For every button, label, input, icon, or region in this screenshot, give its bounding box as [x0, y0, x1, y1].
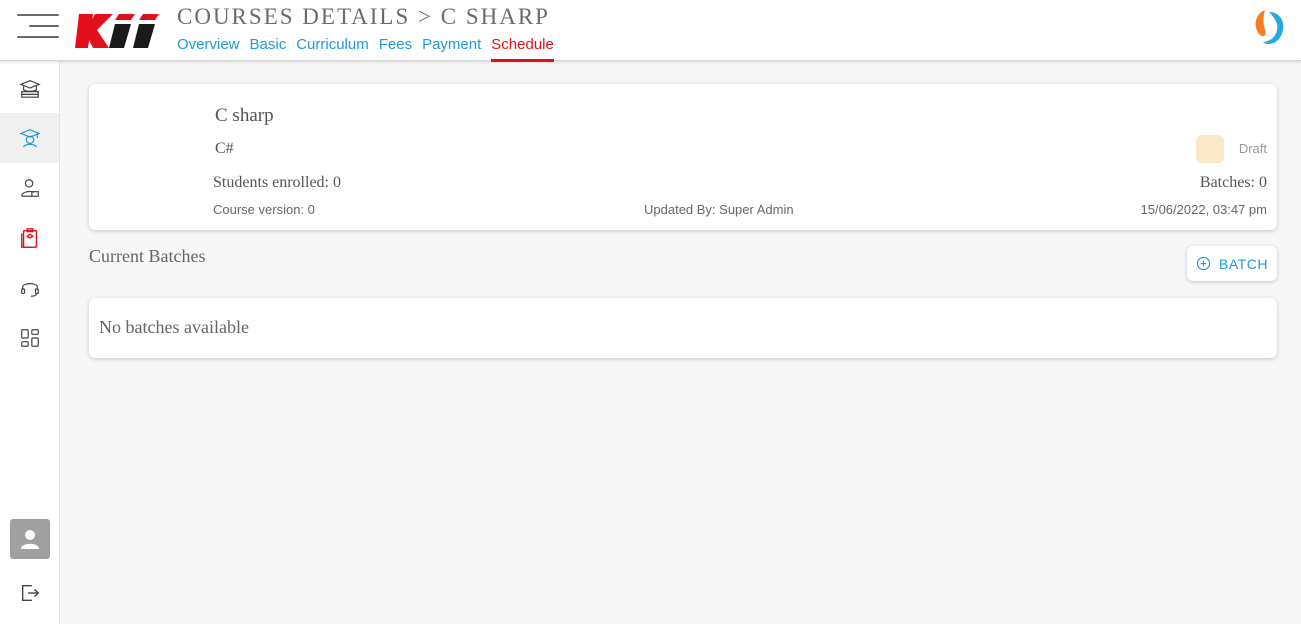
graduate-icon: [18, 129, 41, 148]
hamburger-menu-icon[interactable]: [17, 14, 59, 38]
updated-by: Updated By: Super Admin: [644, 202, 794, 217]
tab-schedule[interactable]: Schedule: [491, 36, 554, 62]
current-batches-title: Current Batches: [89, 246, 206, 266]
user-avatar[interactable]: [10, 519, 50, 559]
logout-icon: [21, 584, 39, 602]
tab-payment[interactable]: Payment: [422, 36, 481, 59]
course-tabs: Overview Basic Curriculum Fees Payment S…: [177, 36, 564, 62]
top-header: COURSES DETAILS > C SHARP Overview Basic…: [0, 0, 1301, 62]
sidebar-item-students[interactable]: [0, 113, 59, 163]
add-batch-label: BATCH: [1219, 255, 1268, 272]
batches-count: Batches: 0: [1199, 174, 1267, 191]
user-avatar-icon: [21, 530, 39, 549]
sidebar-item-users[interactable]: [0, 163, 59, 213]
batches-list-card: No batches available: [89, 298, 1277, 358]
course-summary-card: C sharp C# Students enrolled: 0 Course v…: [89, 84, 1277, 230]
course-name: C sharp: [215, 105, 274, 126]
course-version: Course version: 0: [213, 202, 315, 217]
empty-batches-message: No batches available: [99, 317, 249, 337]
clipboard-icon: [20, 228, 37, 248]
students-enrolled: Students enrolled: 0: [213, 174, 341, 191]
tab-overview[interactable]: Overview: [177, 36, 240, 59]
headset-icon: [20, 283, 39, 297]
plus-circle-icon: [1196, 256, 1211, 271]
left-sidebar: [0, 61, 60, 624]
tab-fees[interactable]: Fees: [379, 36, 412, 59]
sidebar-item-apps[interactable]: [0, 313, 59, 363]
tab-basic[interactable]: Basic: [250, 36, 287, 59]
page-title: COURSES DETAILS > C SHARP: [177, 4, 550, 29]
add-batch-button[interactable]: BATCH: [1187, 246, 1277, 281]
logout-button[interactable]: [0, 568, 59, 618]
grid-apps-icon: [20, 329, 39, 347]
course-stack-icon: [18, 80, 41, 98]
tab-curriculum[interactable]: Curriculum: [296, 36, 369, 59]
status-badge: Draft: [1238, 141, 1267, 156]
kii-logo: [75, 14, 159, 48]
course-code: C#: [215, 140, 234, 157]
sidebar-item-reports[interactable]: [0, 213, 59, 263]
sidebar-item-courses[interactable]: [0, 63, 59, 113]
status-color-swatch: [1196, 135, 1224, 163]
updated-date: 15/06/2022, 03:47 pm: [1140, 202, 1268, 217]
brand-swirl-icon: [1255, 10, 1284, 44]
sidebar-item-support[interactable]: [0, 263, 59, 313]
user-badge-icon: [20, 179, 39, 197]
